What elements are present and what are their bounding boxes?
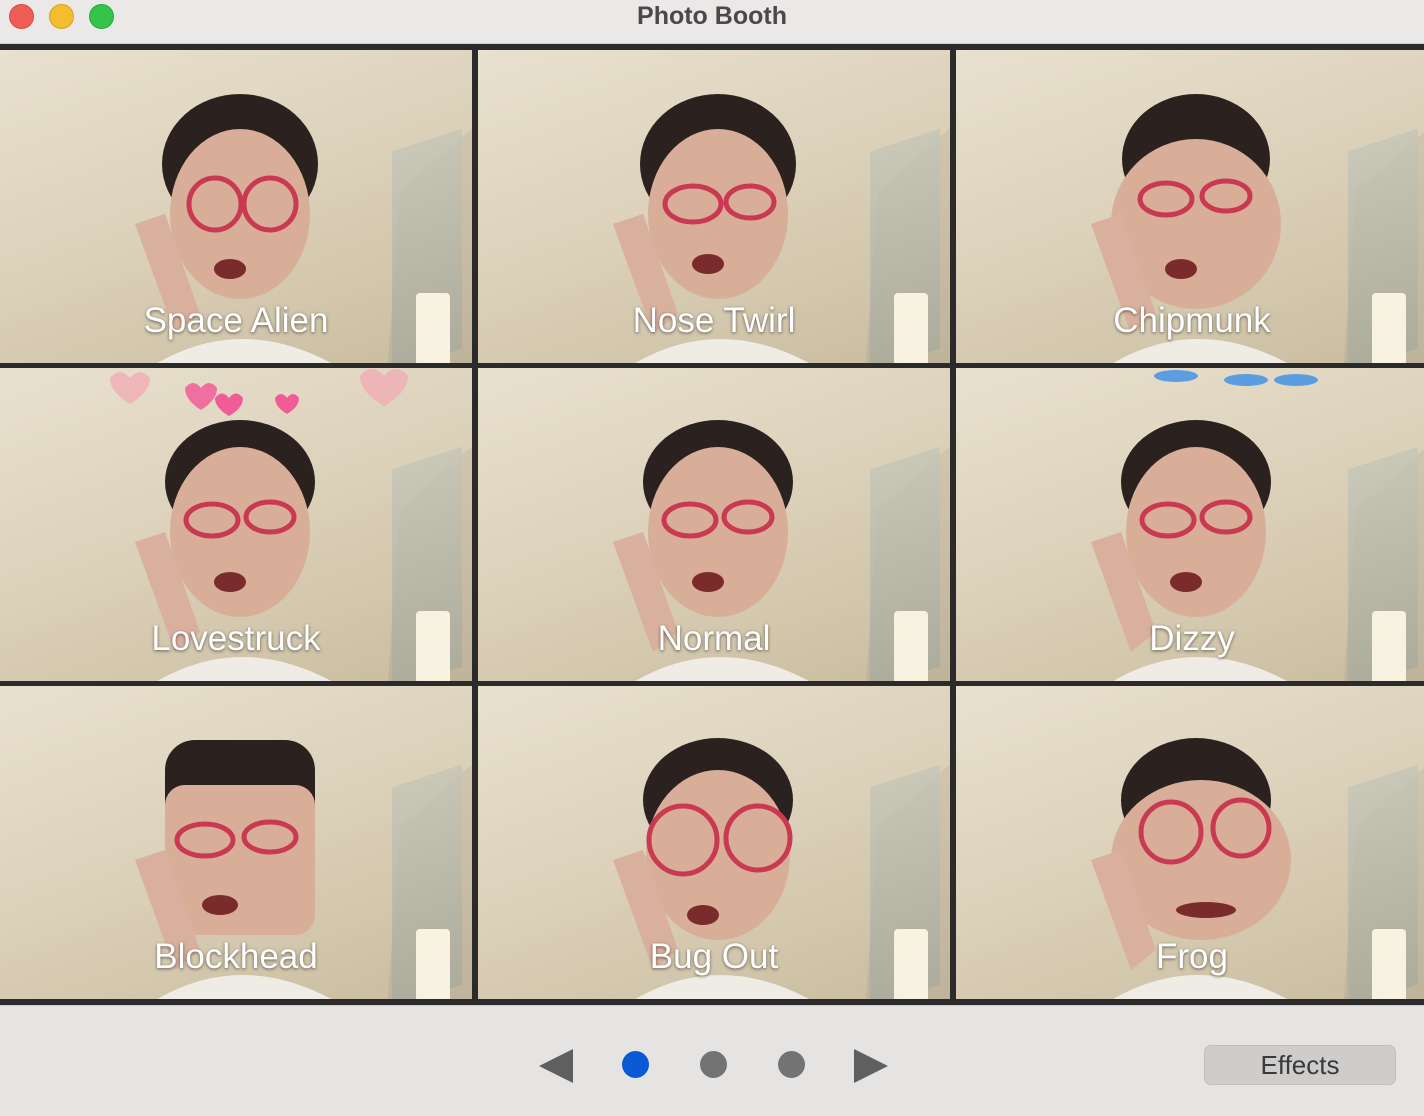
effect-tile-nose-twirl[interactable]: Nose Twirl xyxy=(478,50,950,363)
effect-label: Nose Twirl xyxy=(632,301,796,340)
effect-tile-normal[interactable]: Normal xyxy=(478,368,950,681)
effect-label: Chipmunk xyxy=(1113,301,1271,340)
effect-label: Frog xyxy=(1156,937,1228,976)
birds-icon xyxy=(1154,370,1318,386)
effect-tile-bug-out[interactable]: Bug Out xyxy=(478,686,950,999)
triangle-right-icon[interactable] xyxy=(850,1046,890,1086)
window-title: Photo Booth xyxy=(637,2,787,30)
effect-tile-blockhead[interactable]: Blockhead xyxy=(0,686,472,999)
effects-button[interactable]: Effects xyxy=(1204,1045,1396,1085)
bottom-toolbar: Effects xyxy=(0,1005,1424,1116)
effect-tile-space-alien[interactable]: Space Alien xyxy=(0,50,472,363)
effect-tile-lovestruck[interactable]: Lovestruck xyxy=(0,368,472,681)
triangle-left-icon[interactable] xyxy=(537,1046,577,1086)
effect-label: Lovestruck xyxy=(151,619,321,658)
effect-tile-frog[interactable]: Frog xyxy=(956,686,1424,999)
effect-label: Dizzy xyxy=(1149,619,1235,658)
effect-tile-chipmunk[interactable]: Chipmunk xyxy=(956,50,1424,363)
page-dot-3[interactable] xyxy=(778,1051,805,1078)
effect-label: Normal xyxy=(657,619,771,658)
effect-label: Space Alien xyxy=(143,301,329,340)
effects-grid: Space Alien Nose Twirl Chipmunk Lovestru… xyxy=(0,44,1424,1005)
effect-tile-dizzy[interactable]: Dizzy xyxy=(956,368,1424,681)
page-dot-2[interactable] xyxy=(700,1051,727,1078)
effect-label: Bug Out xyxy=(649,937,779,976)
effect-label: Blockhead xyxy=(154,937,318,976)
page-dot-1[interactable] xyxy=(622,1051,649,1078)
title-bar: Photo Booth xyxy=(0,0,1424,44)
